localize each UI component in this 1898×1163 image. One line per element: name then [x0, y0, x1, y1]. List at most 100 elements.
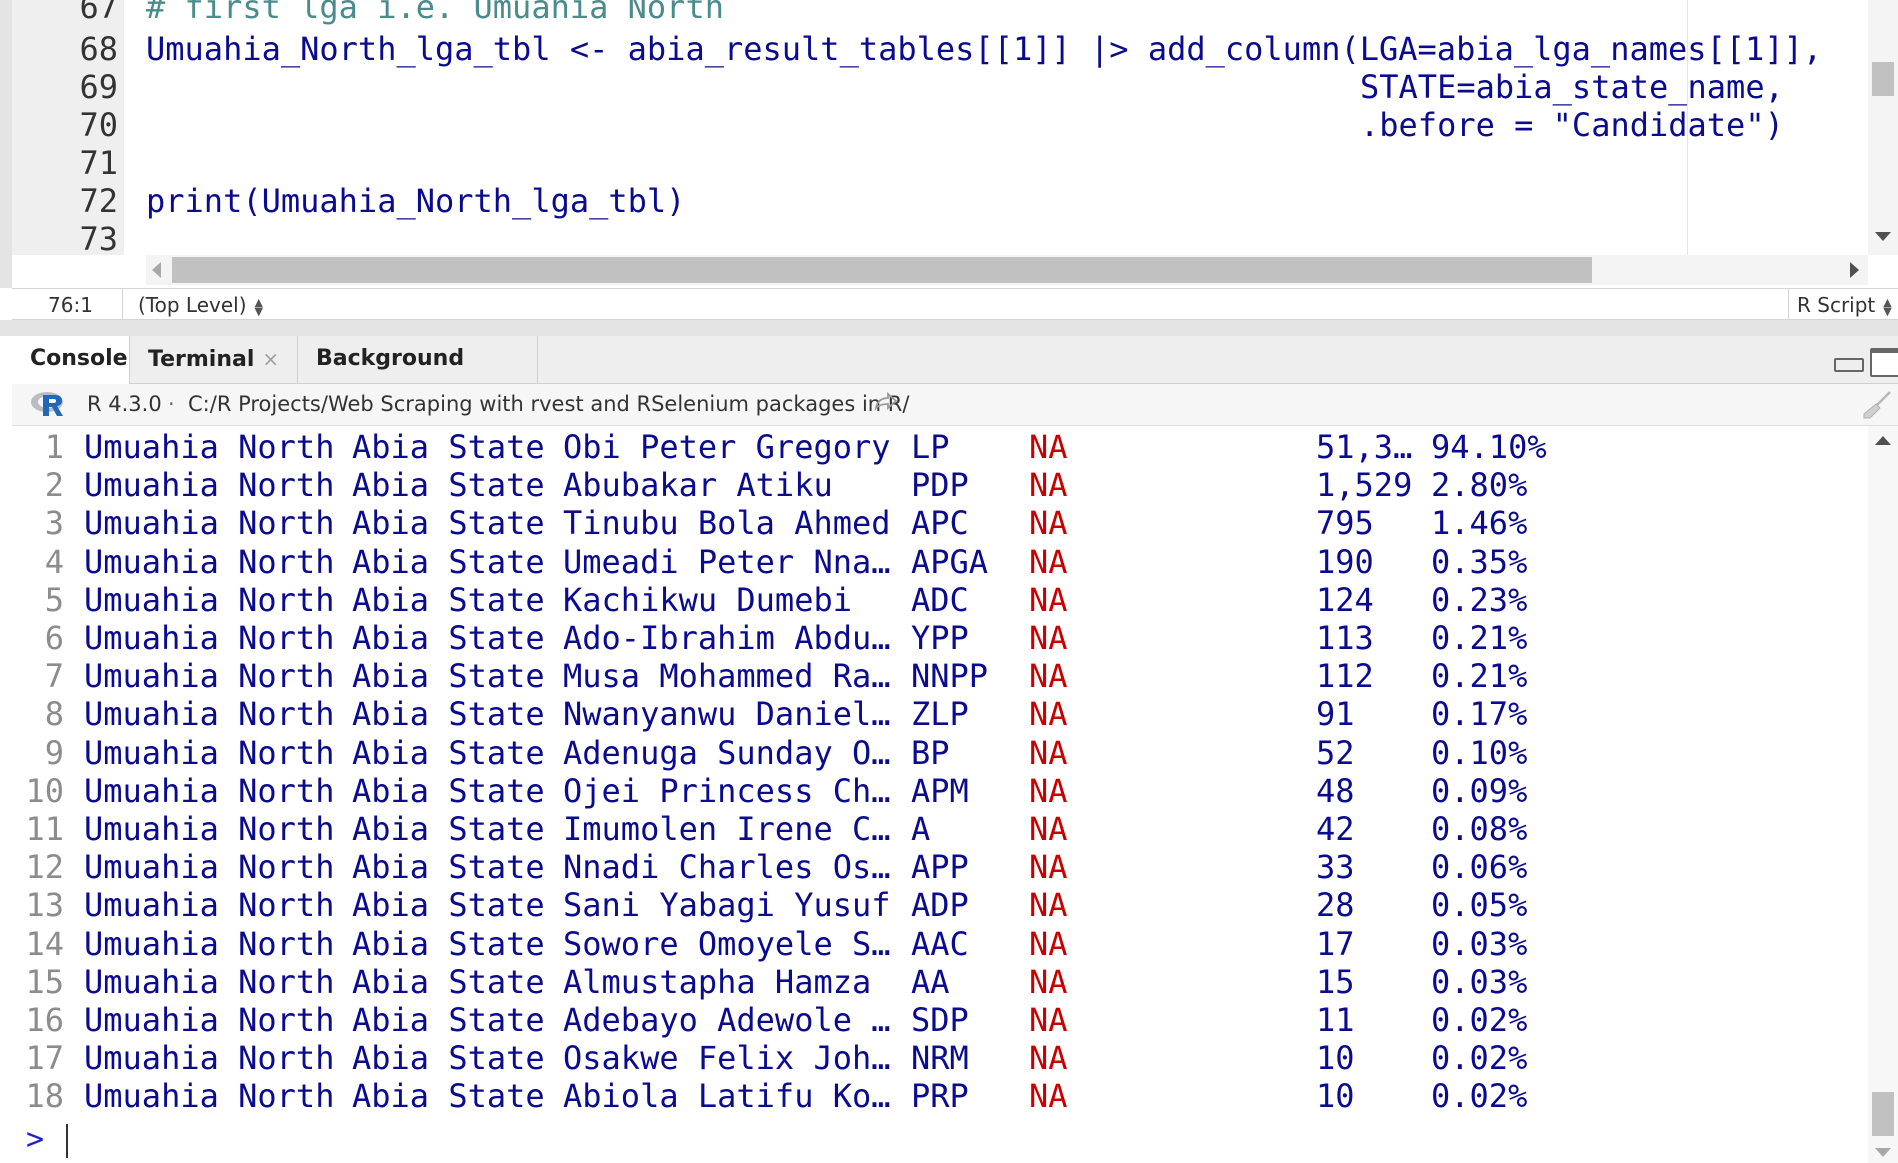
cell-state: Abia State	[352, 1039, 545, 1078]
row-number: 13	[25, 886, 64, 925]
scope-selector[interactable]: (Top Level) ▲ ▼	[138, 293, 265, 317]
output-row: 6 Umuahia North Abia State Ado-Ibrahim Abdu…	[12, 619, 1862, 657]
cell-candidate: Musa Mohammed Ra…	[563, 657, 891, 696]
tab-console[interactable]: Console	[12, 336, 130, 385]
close-icon[interactable]: ×	[262, 347, 279, 371]
separator-dot: ·	[168, 392, 175, 416]
cell-col5: NA	[1029, 580, 1068, 619]
scrollbar-thumb[interactable]	[172, 257, 1592, 283]
scrollbar-thumb[interactable]	[1872, 1092, 1894, 1136]
cell-pct: 0.08%	[1431, 810, 1528, 848]
console-prompt-line[interactable]: >	[12, 1120, 1868, 1160]
up-down-arrows-icon: ▲ ▼	[254, 295, 263, 318]
scroll-up-icon[interactable]	[1875, 436, 1891, 445]
cell-lga: Umuahia North	[84, 962, 335, 1001]
cell-votes: 91	[1316, 695, 1355, 734]
console-input[interactable]	[66, 1124, 1856, 1158]
cell-state: Abia State	[352, 848, 545, 887]
editor-vertical-scrollbar[interactable]	[1868, 0, 1898, 255]
scroll-up-icon[interactable]	[1875, 8, 1891, 17]
scroll-right-icon[interactable]	[1850, 262, 1859, 278]
cell-lga: Umuahia North	[84, 771, 335, 810]
code-line[interactable]: Umuahia_North_lga_tbl <- abia_result_tab…	[146, 30, 1822, 68]
cell-candidate: Nnadi Charles Os…	[563, 848, 891, 887]
cell-col5: NA	[1029, 657, 1068, 696]
cell-lga: Umuahia North	[84, 504, 335, 543]
cell-votes: 51,3…	[1316, 428, 1413, 466]
scroll-down-icon[interactable]	[1875, 232, 1891, 241]
code-line[interactable]: .before = "Candidate")	[1360, 106, 1784, 144]
cell-candidate: Obi Peter Gregory	[563, 428, 891, 466]
scrollbar-thumb[interactable]	[1872, 62, 1894, 96]
text-caret	[66, 1124, 68, 1158]
row-number: 6	[44, 619, 64, 657]
tab-label: Console	[30, 346, 128, 371]
cell-col5: NA	[1029, 428, 1068, 466]
file-type-selector[interactable]: R Script ▲ ▼	[1797, 293, 1893, 317]
console-vertical-scrollbar[interactable]	[1868, 426, 1898, 1163]
row-number: 14	[25, 924, 64, 963]
output-row: 3 Umuahia North Abia State Tinubu Bola Ahme…	[12, 504, 1862, 542]
cell-votes: 112	[1316, 657, 1374, 696]
cell-pct: 0.03%	[1431, 924, 1528, 963]
row-number: 4	[44, 542, 64, 581]
cursor-position: 76:1	[48, 293, 93, 317]
minimize-pane-icon[interactable]	[1834, 358, 1864, 372]
cell-state: Abia State	[352, 428, 545, 466]
code-line[interactable]: print(Umuahia_North_lga_tbl)	[146, 182, 685, 220]
tab-terminal[interactable]: Terminal ×	[130, 336, 298, 384]
row-number: 18	[25, 1077, 64, 1116]
scope-label: (Top Level)	[138, 293, 247, 317]
divider	[1788, 289, 1789, 319]
cell-col5: NA	[1029, 542, 1068, 581]
cell-votes: 10	[1316, 1039, 1355, 1078]
cell-pct: 0.21%	[1431, 619, 1528, 657]
cell-pct: 0.02%	[1431, 1001, 1528, 1039]
cell-col5: NA	[1029, 962, 1068, 1001]
output-row: 1 Umuahia North Abia State Obi Peter Gregor…	[12, 428, 1862, 466]
cell-candidate: Adebayo Adewole …	[563, 1001, 891, 1039]
cell-state: Abia State	[352, 810, 545, 848]
scroll-left-icon[interactable]	[152, 262, 161, 278]
cell-candidate: Sowore Omoyele S…	[563, 924, 891, 963]
code-line[interactable]: # first lga i.e. Umuahia North	[146, 0, 724, 26]
tab-background-jobs[interactable]: Background Jobs×	[298, 336, 538, 418]
cell-votes: 190	[1316, 542, 1374, 581]
cell-party: YPP	[911, 619, 969, 657]
cell-col5: NA	[1029, 924, 1068, 963]
broom-icon[interactable]	[1862, 390, 1892, 420]
code-line[interactable]: STATE=abia_state_name,	[1360, 68, 1784, 106]
row-number: 7	[44, 657, 64, 696]
cell-pct: 1.46%	[1431, 504, 1528, 543]
pane-border	[0, 0, 12, 288]
output-row: 16 Umuahia North Abia State Adebayo Adewole…	[12, 1001, 1862, 1039]
cell-col5: NA	[1029, 810, 1068, 848]
console-tab-bar: Console Terminal × Background Jobs×	[12, 336, 1898, 418]
source-editor-pane: 67 68 69 70 71 72 73 74 # first lga i.e.…	[0, 0, 1898, 320]
scroll-down-icon[interactable]	[1875, 1148, 1891, 1157]
line-number-gutter: 67 68 69 70 71 72 73 74	[12, 0, 124, 255]
cell-party: BP	[911, 733, 950, 772]
cell-state: Abia State	[352, 924, 545, 963]
row-number: 8	[44, 695, 64, 734]
cell-state: Abia State	[352, 1001, 545, 1039]
pane-splitter[interactable]	[0, 320, 1898, 336]
maximize-pane-icon[interactable]	[1870, 348, 1898, 377]
code-area[interactable]: # first lga i.e. Umuahia North Umuahia_N…	[146, 0, 1866, 255]
cell-party: PRP	[911, 1077, 969, 1116]
goto-directory-icon[interactable]	[874, 392, 898, 412]
editor-horizontal-scrollbar[interactable]	[146, 255, 1868, 285]
cell-col5: NA	[1029, 1039, 1068, 1078]
cell-candidate: Kachikwu Dumebi	[563, 580, 852, 619]
cell-col5: NA	[1029, 695, 1068, 734]
cell-candidate: Imumolen Irene C…	[563, 810, 891, 848]
row-number: 3	[44, 504, 64, 543]
cell-pct: 0.02%	[1431, 1077, 1528, 1116]
cell-party: PDP	[911, 466, 969, 505]
cell-pct: 0.05%	[1431, 886, 1528, 925]
row-number: 1	[44, 428, 64, 466]
cell-lga: Umuahia North	[84, 848, 335, 887]
cell-pct: 94.10%	[1431, 428, 1547, 466]
cell-votes: 10	[1316, 1077, 1355, 1116]
console-output[interactable]: 1 Umuahia North Abia State Obi Peter Gregor…	[12, 426, 1868, 1116]
